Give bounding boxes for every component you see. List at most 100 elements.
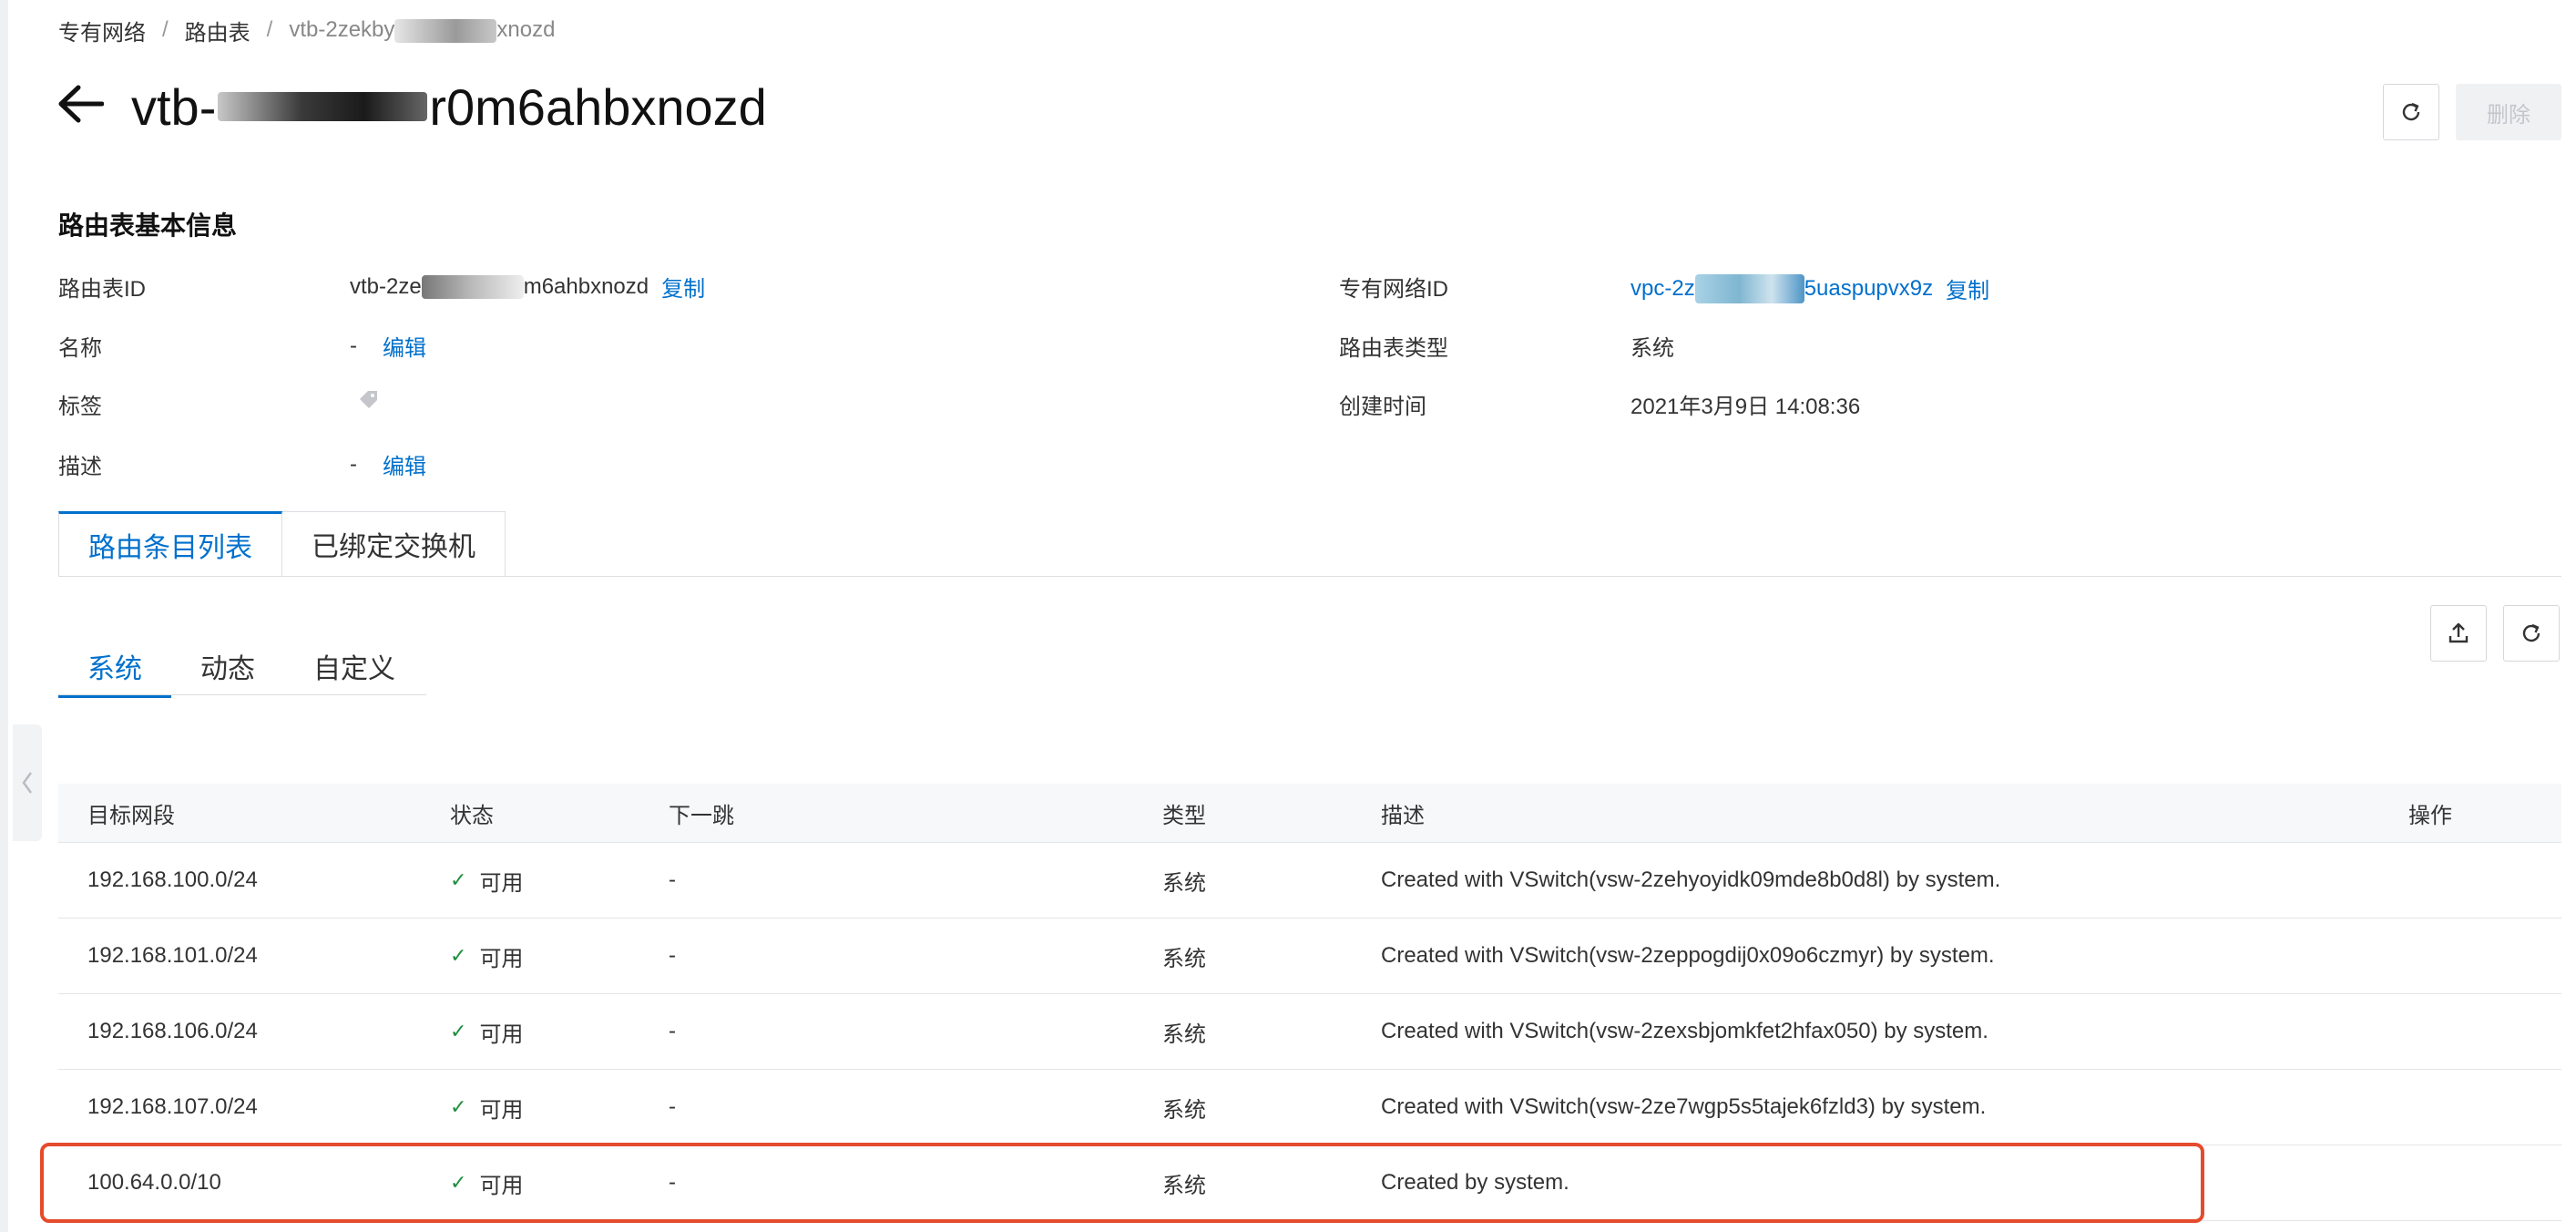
table-row: 192.168.106.0/24 ✓ 可用 - 系统 Created with V… <box>58 994 2561 1070</box>
check-icon: ✓ <box>450 1095 467 1118</box>
breadcrumb-current: vtb-2zekby xnozd <box>289 17 555 43</box>
breadcrumb-separator: / <box>162 17 169 42</box>
cell-next-hop: - <box>669 1019 676 1043</box>
chevron-left-icon <box>22 772 33 794</box>
cell-status: ✓ 可用 <box>450 1016 523 1048</box>
cell-destination-cidr: 100.64.0.0/10 <box>87 1170 221 1195</box>
name-value: - 编辑 <box>350 330 426 362</box>
status-text: 可用 <box>479 1173 524 1198</box>
edit-description-button[interactable]: 编辑 <box>383 448 426 480</box>
header-status: 状态 <box>450 803 494 828</box>
cell-description: Created with VSwitch(vsw-2zexsbjomkfet2h… <box>1381 1019 1988 1043</box>
cell-type: 系统 <box>1162 870 1206 896</box>
tag-icon[interactable] <box>357 388 381 412</box>
route-table-type-value: 系统 <box>1630 336 1674 361</box>
header-next-hop: 下一跳 <box>669 803 734 828</box>
table-row: 192.168.107.0/24 ✓ 可用 - 系统 Created with V… <box>58 1070 2561 1145</box>
refresh-button[interactable] <box>2383 84 2439 140</box>
table-row: 192.168.101.0/24 ✓ 可用 - 系统 Created with V… <box>58 919 2561 994</box>
copy-route-table-id-button[interactable]: 复制 <box>661 271 705 303</box>
cell-type: 系统 <box>1162 1173 1206 1198</box>
route-table-id-suffix: m6ahbxnozd <box>523 273 649 299</box>
description-text: - <box>350 451 357 477</box>
breadcrumb-current-suffix: xnozd <box>496 17 556 42</box>
route-table-id-prefix: vtb-2ze <box>350 273 422 299</box>
header-description: 描述 <box>1381 803 1425 828</box>
status-text: 可用 <box>479 870 524 896</box>
table-row: 100.64.0.0/10 ✓ 可用 - 系统 Created by system… <box>58 1145 2561 1221</box>
refresh-table-button[interactable] <box>2503 605 2560 662</box>
refresh-icon <box>2402 102 2420 121</box>
tags-value[interactable] <box>357 388 381 412</box>
tags-label: 标签 <box>58 395 102 419</box>
vpc-id-prefix[interactable]: vpc-2z <box>1630 276 1695 302</box>
cell-description: Created with VSwitch(vsw-2ze7wgp5s5tajek… <box>1381 1094 1987 1119</box>
breadcrumb-vpc[interactable]: 专有网络 <box>58 15 146 46</box>
back-arrow-icon[interactable] <box>56 84 104 124</box>
cell-type: 系统 <box>1162 1097 1206 1123</box>
cell-next-hop: - <box>669 868 676 892</box>
redaction-mask <box>1694 273 1804 303</box>
redaction-mask <box>218 92 428 121</box>
cell-description: Created with VSwitch(vsw-2zeppogdij0x09o… <box>1381 943 1995 968</box>
cell-destination-cidr: 192.168.101.0/24 <box>87 943 258 968</box>
redaction-mask <box>394 18 497 43</box>
status-text: 可用 <box>479 1022 524 1047</box>
check-icon: ✓ <box>450 944 467 967</box>
table-row: 192.168.100.0/24 ✓ 可用 - 系统 Created with V… <box>58 843 2561 919</box>
cell-destination-cidr: 192.168.107.0/24 <box>87 1094 258 1119</box>
cell-status: ✓ 可用 <box>450 1092 523 1124</box>
check-icon: ✓ <box>450 868 467 891</box>
breadcrumb-separator: / <box>266 17 273 42</box>
page-title-prefix: vtb- <box>131 77 217 136</box>
export-button[interactable] <box>2430 605 2487 662</box>
breadcrumb-route-tables[interactable]: 路由表 <box>185 15 250 46</box>
left-edge-strip <box>0 0 8 1232</box>
name-label: 名称 <box>58 336 102 361</box>
edit-name-button[interactable]: 编辑 <box>383 330 426 362</box>
vpc-id-suffix[interactable]: 5uaspupvx9z <box>1804 276 1933 302</box>
created-time-value: 2021年3月9日 14:08:36 <box>1630 395 1861 419</box>
cell-destination-cidr: 192.168.106.0/24 <box>87 1019 258 1043</box>
delete-button[interactable]: 删除 <box>2456 84 2561 140</box>
tab-route-entries[interactable]: 路由条目列表 <box>58 511 282 577</box>
cell-next-hop: - <box>669 1094 676 1119</box>
page-title: vtb- r0m6ahbxnozd <box>131 77 767 137</box>
cell-status: ✓ 可用 <box>450 940 523 972</box>
page-title-suffix: r0m6ahbxnozd <box>429 77 767 136</box>
tabs-divider <box>58 576 2561 577</box>
refresh-icon <box>2522 623 2540 642</box>
route-entries-table: 目标网段 状态 下一跳 类型 描述 操作 192.168.100.0/24 ✓ 可… <box>58 784 2561 1221</box>
subtab-custom[interactable]: 自定义 <box>284 638 424 694</box>
header-destination-cidr: 目标网段 <box>87 803 175 828</box>
main-tabs: 路由条目列表 已绑定交换机 <box>58 511 506 577</box>
breadcrumb-current-prefix: vtb-2zekby <box>289 17 395 42</box>
subtab-system[interactable]: 系统 <box>58 638 171 698</box>
check-icon: ✓ <box>450 1171 467 1194</box>
upload-icon <box>2448 622 2469 643</box>
vpc-id-value: vpc-2z 5uaspupvx9z 复制 <box>1630 272 1989 304</box>
sidebar-collapse-handle[interactable] <box>13 724 42 841</box>
breadcrumb: 专有网络 / 路由表 / vtb-2zekby xnozd <box>58 15 555 46</box>
copy-vpc-id-button[interactable]: 复制 <box>1946 272 1989 304</box>
route-table-id-value: vtb-2ze m6ahbxnozd 复制 <box>350 271 705 303</box>
description-label: 描述 <box>58 455 102 479</box>
tab-bound-vswitches[interactable]: 已绑定交换机 <box>282 511 506 577</box>
check-icon: ✓ <box>450 1020 467 1042</box>
route-table-type-label: 路由表类型 <box>1339 336 1448 361</box>
status-text: 可用 <box>479 1097 524 1123</box>
cell-description: Created with VSwitch(vsw-2zehyoyidk09mde… <box>1381 868 2001 892</box>
cell-next-hop: - <box>669 1170 676 1195</box>
subtabs-divider <box>58 694 426 695</box>
created-time-label: 创建时间 <box>1339 395 1426 419</box>
subtab-dynamic[interactable]: 动态 <box>171 638 284 694</box>
basic-info-title: 路由表基本信息 <box>58 211 238 240</box>
redaction-mask <box>421 274 524 299</box>
cell-next-hop: - <box>669 943 676 968</box>
cell-description: Created by system. <box>1381 1170 1569 1195</box>
table-header: 目标网段 状态 下一跳 类型 描述 操作 <box>58 784 2561 843</box>
cell-status: ✓ 可用 <box>450 865 523 897</box>
header-actions: 操作 <box>2408 803 2452 828</box>
header-type: 类型 <box>1162 803 1206 828</box>
name-text: - <box>350 333 357 358</box>
